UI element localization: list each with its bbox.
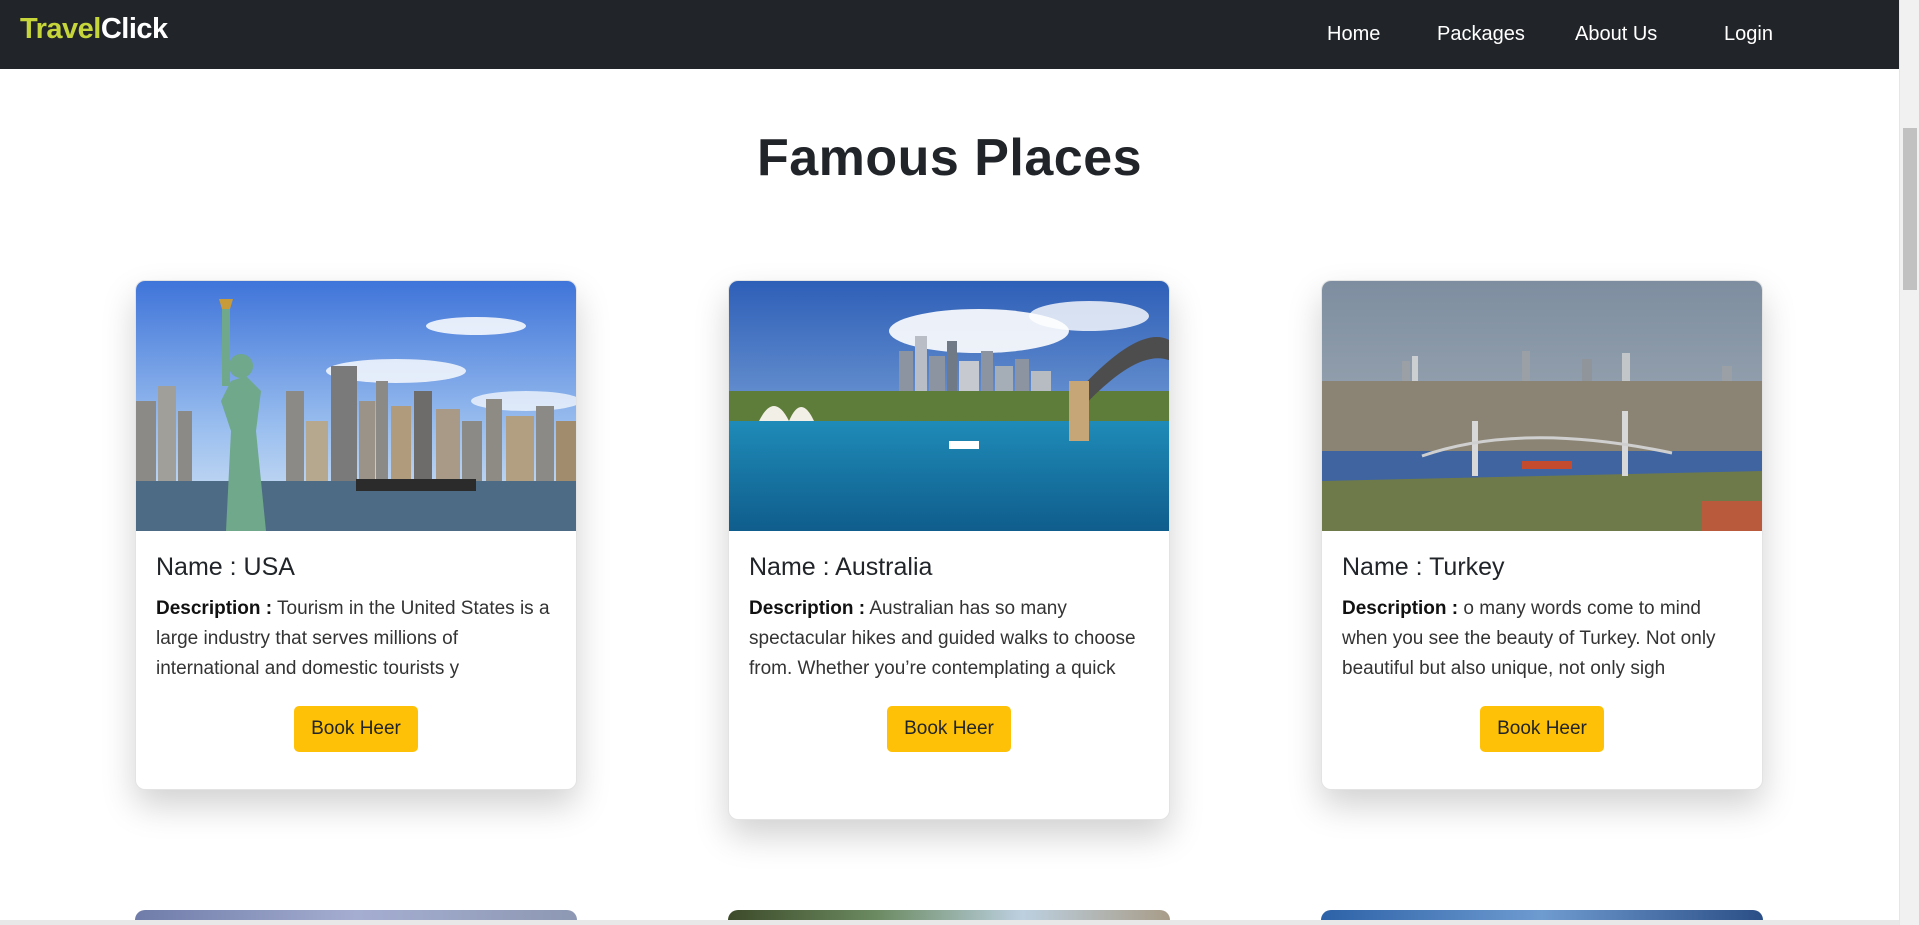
horizontal-scrollbar[interactable] xyxy=(0,920,1899,925)
place-card-turkey: Name : Turkey Description : o many words… xyxy=(1321,280,1763,790)
brand-part-2: Click xyxy=(100,13,168,45)
vertical-scrollbar[interactable] xyxy=(1899,0,1919,925)
description-label: Description : xyxy=(156,598,273,619)
card-description: Description : o many words come to mind … xyxy=(1342,594,1742,684)
top-navbar: TravelClick Home Packages About Us Login xyxy=(0,0,1899,69)
page-title: Famous Places xyxy=(756,129,1143,187)
scrollbar-thumb[interactable] xyxy=(1903,128,1917,290)
card-title: Name : Turkey xyxy=(1342,553,1505,581)
nav-link-login[interactable]: Login xyxy=(1724,23,1773,46)
place-card-australia: Name : Australia Description : Australia… xyxy=(728,280,1170,820)
book-button[interactable]: Book Heer xyxy=(1480,706,1604,752)
card-description: Description : Tourism in the United Stat… xyxy=(156,594,556,684)
brand-part-1: Travel xyxy=(20,13,101,45)
description-label: Description : xyxy=(749,598,866,619)
card-title: Name : Australia xyxy=(749,553,933,581)
nav-link-home[interactable]: Home xyxy=(1327,23,1380,46)
australia-image xyxy=(729,281,1169,531)
turkey-image xyxy=(1322,281,1762,531)
description-label: Description : xyxy=(1342,598,1459,619)
place-card-usa: Name : USA Description : Tourism in the … xyxy=(135,280,577,790)
book-button[interactable]: Book Heer xyxy=(887,706,1011,752)
brand-logo[interactable]: TravelClick xyxy=(20,13,168,46)
book-button[interactable]: Book Heer xyxy=(294,706,418,752)
nav-link-packages[interactable]: Packages xyxy=(1437,23,1525,46)
nav-link-about-us[interactable]: About Us xyxy=(1575,23,1657,46)
card-title: Name : USA xyxy=(156,553,295,581)
usa-image xyxy=(136,281,576,531)
card-description: Description : Australian has so many spe… xyxy=(749,594,1149,684)
